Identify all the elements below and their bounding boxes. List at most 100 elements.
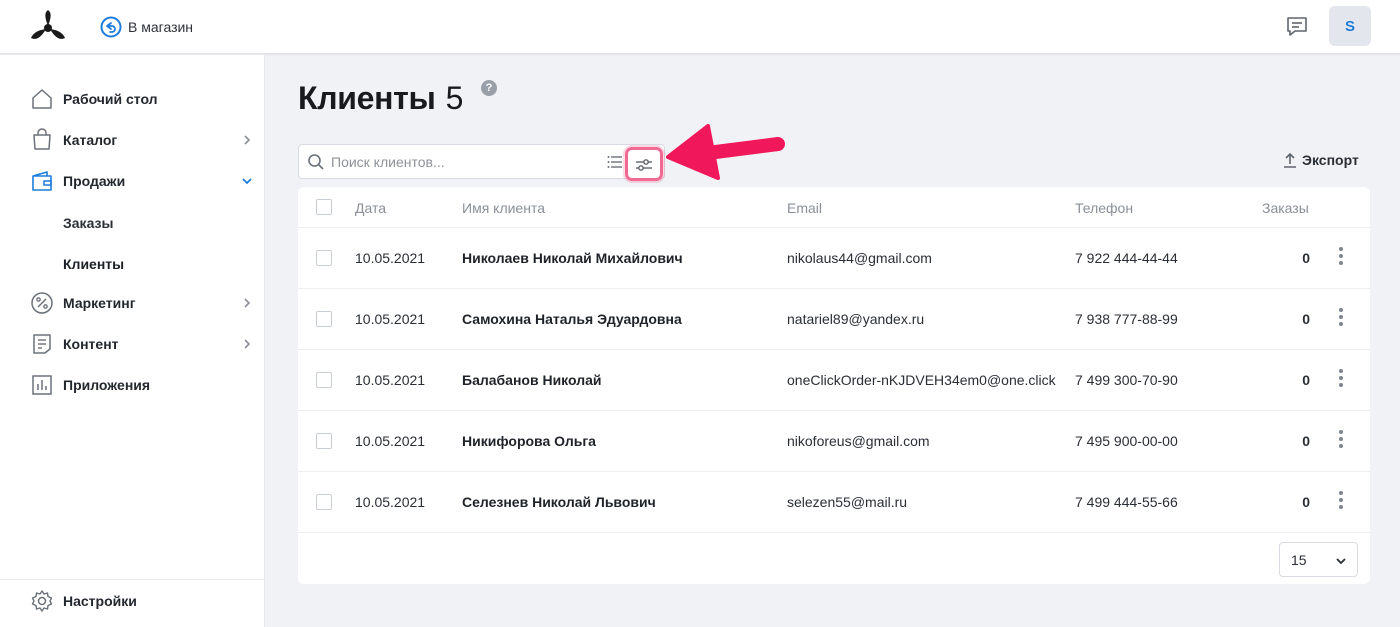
list-view-icon[interactable] [607,154,623,170]
sidebar-item-apps[interactable]: Приложения [30,372,260,398]
search-box [298,144,665,181]
row-checkbox[interactable] [316,311,332,327]
row-orders: 0 [1302,250,1310,266]
chevron-right-icon [244,339,251,349]
column-header-email[interactable]: Email [787,200,822,216]
column-header-date[interactable]: Дата [355,200,386,216]
sidebar-item-label: Каталог [63,132,118,148]
filter-button[interactable] [625,147,663,181]
sidebar-item-label: Приложения [63,377,151,393]
row-date: 10.05.2021 [355,433,426,449]
column-header-phone[interactable]: Телефон [1075,200,1133,216]
table-row[interactable]: 10.05.2021 Селезнев Николай Львович sele… [298,472,1370,533]
row-checkbox[interactable] [316,494,332,510]
row-client-name[interactable]: Николаев Николай Михайлович [462,250,683,266]
page-title-text: Клиенты [298,80,436,116]
row-client-name[interactable]: Селезнев Николай Львович [462,494,656,510]
row-menu-icon[interactable] [1336,491,1346,513]
table-header: Дата Имя клиента Email Телефон Заказы [298,187,1370,228]
sidebar-item-marketing[interactable]: Маркетинг [30,290,260,316]
row-phone: 7 922 444-44-44 [1075,250,1178,266]
row-menu-icon[interactable] [1336,430,1346,452]
row-checkbox[interactable] [316,250,332,266]
gear-icon [31,590,53,612]
row-email: selezen55@mail.ru [787,494,908,510]
row-date: 10.05.2021 [355,494,426,510]
row-date: 10.05.2021 [355,250,426,266]
bar-chart-icon [32,375,52,395]
row-menu-icon[interactable] [1336,308,1346,330]
chevron-right-icon [244,135,251,145]
chevron-right-icon [244,298,251,308]
export-button[interactable]: Экспорт [1283,152,1359,168]
row-orders: 0 [1302,433,1310,449]
sidebar: Рабочий стол Каталог Продажи Заказы Клие… [0,55,265,627]
help-icon[interactable]: ? [481,80,497,96]
column-header-orders[interactable]: Заказы [1262,200,1309,216]
back-arrow-circle-icon [100,16,122,38]
sidebar-item-label: Настройки [63,593,137,609]
table-row[interactable]: 10.05.2021 Самохина Наталья Эдуардовна n… [298,289,1370,350]
row-menu-icon[interactable] [1336,247,1346,269]
chevron-down-icon [242,178,252,185]
export-label: Экспорт [1302,152,1359,168]
row-phone: 7 499 444-55-66 [1075,494,1178,510]
table-row[interactable]: 10.05.2021 Балабанов Николай oneClickOrd… [298,350,1370,411]
row-client-name[interactable]: Самохина Наталья Эдуардовна [462,311,682,327]
row-date: 10.05.2021 [355,311,426,327]
row-email: nikolaus44@gmail.com [787,250,932,266]
sidebar-item-sales[interactable]: Продажи [30,168,260,194]
user-avatar[interactable]: S [1329,6,1371,46]
row-menu-icon[interactable] [1336,369,1346,391]
sidebar-item-settings[interactable]: Настройки [30,588,260,614]
per-page-value: 15 [1291,552,1307,568]
row-phone: 7 499 300-70-90 [1075,372,1178,388]
row-client-name[interactable]: Балабанов Николай [462,372,602,388]
sidebar-subitem-clients[interactable]: Клиенты [63,256,124,272]
sidebar-item-label: Маркетинг [63,295,136,311]
wallet-icon [32,171,52,191]
row-orders: 0 [1302,311,1310,327]
back-to-store-link[interactable]: В магазин [100,15,193,39]
sidebar-subitem-orders[interactable]: Заказы [63,215,113,231]
row-phone: 7 495 900-00-00 [1075,433,1178,449]
row-email: nikoforeus@gmail.com [787,433,930,449]
row-orders: 0 [1302,372,1310,388]
sidebar-item-dashboard[interactable]: Рабочий стол [30,86,260,112]
percent-icon [31,292,53,314]
row-checkbox[interactable] [316,372,332,388]
row-checkbox[interactable] [316,433,332,449]
row-date: 10.05.2021 [355,372,426,388]
upload-icon [1284,152,1296,168]
chat-icon[interactable] [1284,13,1310,39]
sidebar-item-label: Продажи [63,173,126,189]
clients-count: 5 [445,80,464,116]
row-phone: 7 938 777-88-99 [1075,311,1178,327]
page-title: Клиенты 5 [298,80,463,117]
logo-icon[interactable] [28,8,68,44]
column-header-name[interactable]: Имя клиента [462,200,545,216]
document-icon [33,334,51,354]
chevron-down-icon [1336,558,1346,565]
sidebar-item-catalog[interactable]: Каталог [30,127,260,153]
sidebar-item-label: Рабочий стол [63,91,158,107]
row-client-name[interactable]: Никифорова Ольга [462,433,596,449]
home-icon [32,89,52,109]
search-icon [308,154,324,170]
sidebar-item-content[interactable]: Контент [30,331,260,357]
sidebar-item-label: Контент [63,336,119,352]
search-input[interactable] [331,151,591,173]
back-to-store-label: В магазин [128,19,194,35]
bag-icon [33,128,51,150]
per-page-select[interactable]: 15 [1279,542,1358,577]
row-orders: 0 [1302,494,1310,510]
sidebar-divider [0,579,264,580]
row-email: natariel89@yandex.ru [787,311,925,327]
filter-sliders-icon [636,159,652,171]
table-row[interactable]: 10.05.2021 Николаев Николай Михайлович n… [298,228,1370,289]
annotation-arrow-icon [666,124,785,180]
select-all-checkbox[interactable] [316,199,332,215]
top-bar: В магазин S [0,0,1400,54]
table-row[interactable]: 10.05.2021 Никифорова Ольга nikoforeus@g… [298,411,1370,472]
clients-table: Дата Имя клиента Email Телефон Заказы 10… [298,187,1370,584]
